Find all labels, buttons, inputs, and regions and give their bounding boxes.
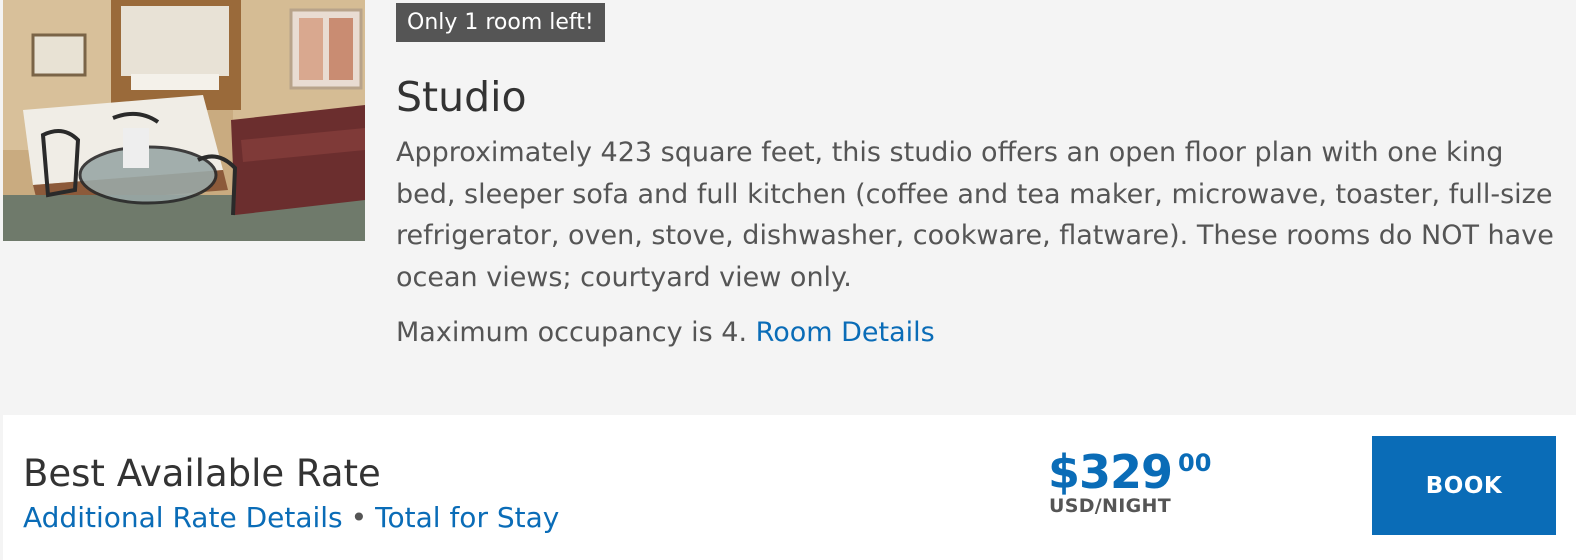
room-photo-illustration	[3, 0, 365, 241]
total-for-stay-link[interactable]: Total for Stay	[375, 501, 559, 534]
room-listing: Only 1 room left! Studio Approximately 4…	[0, 0, 1576, 560]
occupancy-text: Maximum occupancy is 4.	[396, 317, 748, 348]
additional-rate-details-link[interactable]: Additional Rate Details	[23, 501, 343, 534]
room-occupancy: Maximum occupancy is 4. Room Details	[396, 312, 935, 353]
rate-links: Additional Rate Details • Total for Stay	[23, 498, 559, 538]
price-cents: 00	[1178, 449, 1212, 477]
rate-links-separator: •	[350, 501, 368, 534]
rate-row: Best Available Rate Additional Rate Deta…	[3, 415, 1576, 560]
price-whole: $329	[1048, 445, 1173, 499]
room-title: Studio	[396, 73, 527, 121]
availability-badge: Only 1 room left!	[396, 3, 605, 42]
price-unit: USD/NIGHT	[1049, 495, 1171, 517]
room-photo[interactable]	[3, 0, 365, 241]
book-button[interactable]: BOOK	[1372, 436, 1556, 535]
nightly-price: $329 00	[1048, 443, 1211, 501]
room-description: Approximately 423 square feet, this stud…	[396, 137, 1554, 293]
room-details-link[interactable]: Room Details	[756, 317, 935, 348]
rate-name: Best Available Rate	[23, 452, 381, 495]
